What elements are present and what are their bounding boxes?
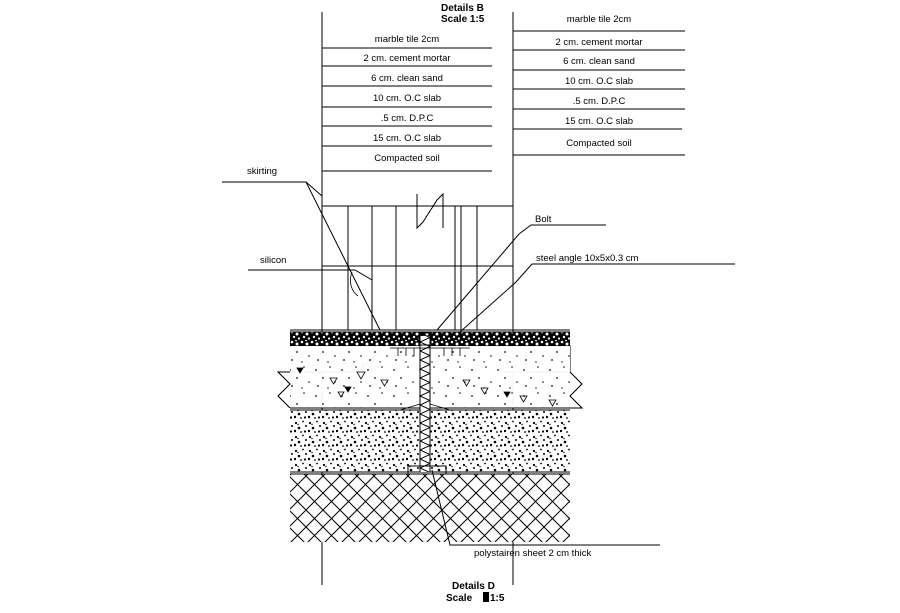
layer-label-left-0: marble tile 2cm xyxy=(375,34,439,45)
break-arrow-right xyxy=(569,371,584,409)
title-bottom-name: Details D xyxy=(452,581,495,592)
layer-label-right-6: Compacted soil xyxy=(566,138,631,149)
layer-label-left-5: 15 cm. O.C slab xyxy=(373,133,441,144)
annotation-bolt: Bolt xyxy=(436,214,606,331)
annotation-skirting: skirting xyxy=(222,166,381,331)
annotation-silicon: silicon xyxy=(248,255,373,297)
scale-marker-block xyxy=(483,592,489,602)
layer-label-left-2: 6 cm. clean sand xyxy=(371,73,443,84)
title-top-name: Details B xyxy=(441,3,484,14)
title-block-top: Details B Scale 1:5 xyxy=(441,3,485,25)
layer-label-right-4: .5 cm. D.P.C xyxy=(573,96,626,107)
layer-label-left-3: 10 cm. O.C slab xyxy=(373,93,441,104)
technical-drawing-svg: marble tile 2cm 2 cm. cement mortar 6 cm… xyxy=(222,3,735,604)
layer-label-left-6: Compacted soil xyxy=(374,153,439,164)
annotation-label-polystyrene: polystairen sheet 2 cm thick xyxy=(474,548,591,559)
annotation-label-steel-angle: steel angle 10x5x0.3 cm xyxy=(536,253,639,264)
compacted-soil-hatch xyxy=(290,474,570,542)
polystyrene-joint-strip xyxy=(420,336,430,472)
break-symbol xyxy=(416,192,444,230)
title-block-bottom: Details D Scale 1:5 xyxy=(446,581,505,604)
layer-label-right-0: marble tile 2cm xyxy=(567,14,631,25)
title-bottom-scale-prefix: Scale xyxy=(446,593,473,604)
layer-label-right-3: 10 cm. O.C slab xyxy=(565,76,633,87)
cad-drawing-canvas: marble tile 2cm 2 cm. cement mortar 6 cm… xyxy=(0,0,900,613)
annotation-steel-angle: steel angle 10x5x0.3 cm xyxy=(459,253,735,333)
layer-label-right-5: 15 cm. O.C slab xyxy=(565,116,633,127)
annotation-label-bolt: Bolt xyxy=(535,214,552,225)
title-top-scale: Scale 1:5 xyxy=(441,14,485,25)
annotation-label-silicon: silicon xyxy=(260,255,286,266)
annotation-label-skirting: skirting xyxy=(247,166,277,177)
layer-label-right-2: 6 cm. clean sand xyxy=(563,56,635,67)
floor-section xyxy=(276,329,584,542)
layer-label-left-1: 2 cm. cement mortar xyxy=(363,53,450,64)
layer-label-left-4: .5 cm. D.P.C xyxy=(381,113,434,124)
title-bottom-scale-value: 1:5 xyxy=(490,593,505,604)
layer-label-right-1: 2 cm. cement mortar xyxy=(555,37,642,48)
break-arrow-left xyxy=(276,371,291,409)
